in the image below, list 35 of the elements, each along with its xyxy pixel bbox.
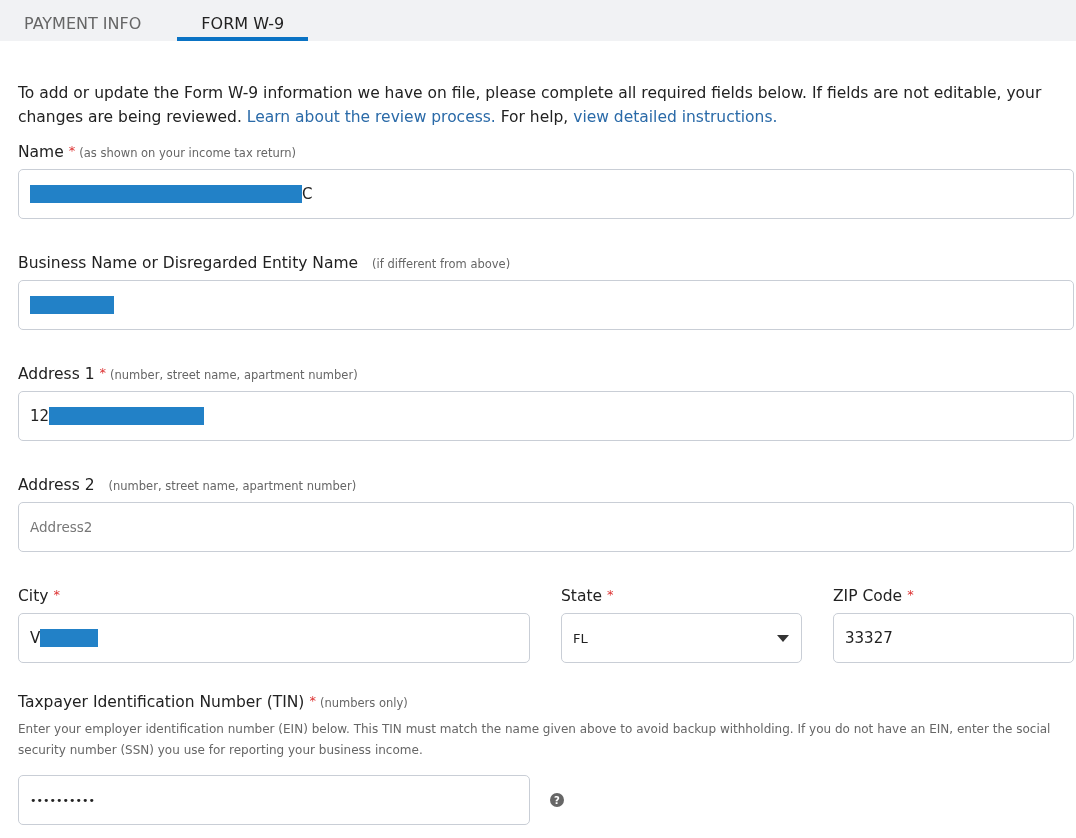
input-field[interactable]: V: [18, 613, 530, 663]
field-label: Address 1: [18, 365, 95, 383]
tin-description: Enter your employer identification number (EIN) below. This TIN must match the name given above to avoid backup withholding. If you do not have an EIN, enter the social security number (SSN) you use for reporting your business income.: [18, 721, 1052, 759]
required-mark: *: [309, 693, 316, 708]
input-field[interactable]: [18, 280, 1074, 330]
field-label: City: [18, 587, 49, 605]
field-hint: (number, street name, apartment number): [110, 368, 358, 382]
caret-icon: [777, 635, 789, 642]
tab[interactable]: PAYMENT INFO: [4, 0, 162, 41]
instructions-link[interactable]: view detailed instructions.: [573, 108, 778, 126]
field-label: Business Name or Disregarded Entity Name: [18, 254, 359, 272]
field-label: Name: [18, 143, 64, 161]
field-label: State: [561, 587, 603, 605]
tab[interactable]: FORM W-9: [177, 0, 309, 41]
password-field[interactable]: ••••••••••: [18, 775, 530, 825]
field-hint: (if different from above): [372, 257, 511, 271]
field-hint: (as shown on your income tax return): [79, 146, 297, 160]
field-hint: (numbers only): [319, 696, 408, 710]
input-field[interactable]: C: [18, 169, 1074, 219]
input-field[interactable]: 12: [18, 391, 1074, 441]
help-icon[interactable]: ?: [550, 793, 564, 807]
field-hint: (number, street name, apartment number): [108, 479, 357, 493]
input-field[interactable]: Address2: [18, 502, 1074, 552]
required-mark: *: [68, 143, 76, 158]
input-field[interactable]: 33327: [833, 613, 1074, 663]
required-mark: *: [907, 587, 914, 602]
required-mark: *: [53, 587, 60, 602]
required-mark: *: [607, 587, 614, 602]
field-label: ZIP Code: [833, 587, 903, 605]
review-process-link[interactable]: Learn about the review process.: [246, 108, 496, 126]
intro-text: To add or update the Form W-9 information we have on file, please complete all required fields below. If fields are not editable, your changes are being reviewed. Learn about the review process. For help, view detailed instructions.: [18, 83, 1043, 128]
required-mark: *: [99, 365, 107, 380]
field-label: Address 2: [18, 476, 95, 494]
state-dropdown[interactable]: FL: [561, 613, 802, 663]
field-label: Taxpayer Identification Number (TIN): [18, 693, 305, 711]
